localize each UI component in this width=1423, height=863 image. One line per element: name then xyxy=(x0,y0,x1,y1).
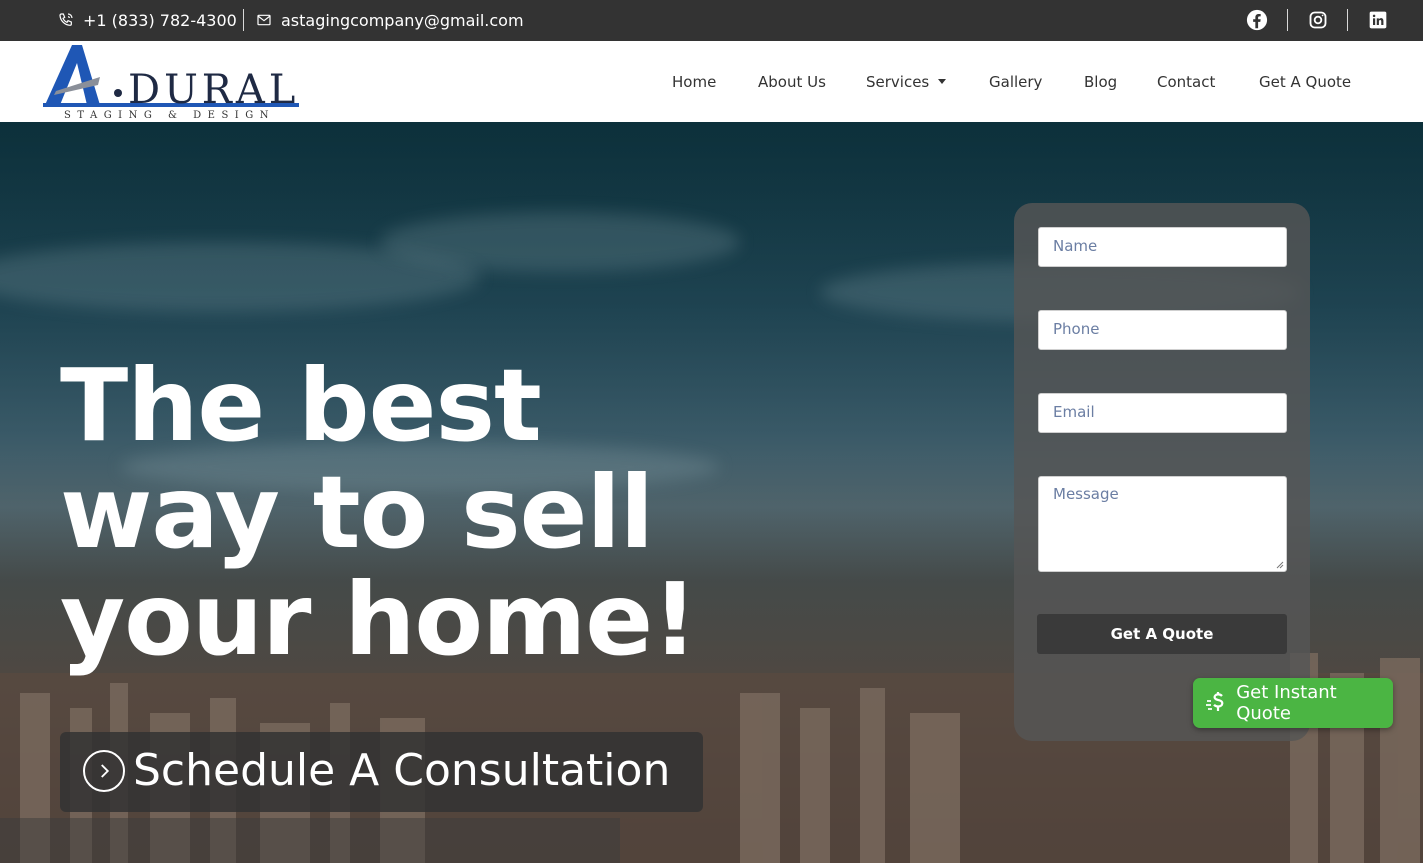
name-field[interactable]: Name xyxy=(1038,227,1287,267)
email-link[interactable]: astagingcompany@gmail.com xyxy=(256,0,524,41)
phone-icon xyxy=(58,12,76,30)
nav-contact[interactable]: Contact xyxy=(1157,41,1215,122)
email-address: astagingcompany@gmail.com xyxy=(281,11,524,30)
phone-field[interactable]: Phone xyxy=(1038,310,1287,350)
site-header: DURAL STAGING & DESIGN Home About Us Ser… xyxy=(0,41,1423,122)
facebook-icon[interactable] xyxy=(1246,9,1268,31)
cloud xyxy=(380,212,740,272)
email-field[interactable]: Email xyxy=(1038,393,1287,433)
nav-home[interactable]: Home xyxy=(672,41,716,122)
message-placeholder: Message xyxy=(1053,485,1119,503)
nav-services-label: Services xyxy=(866,72,930,91)
divider xyxy=(243,9,244,31)
linkedin-icon[interactable] xyxy=(1367,9,1389,31)
brand-logo[interactable]: DURAL STAGING & DESIGN xyxy=(40,43,302,121)
hero-headline: The best way to sell your home! xyxy=(60,347,698,678)
logo-wordmark: DURAL xyxy=(128,67,299,113)
nav-services[interactable]: Services xyxy=(866,41,947,122)
caret-down-icon xyxy=(938,79,947,84)
message-field[interactable]: Message xyxy=(1038,476,1287,572)
get-a-quote-submit-button[interactable]: Get A Quote xyxy=(1037,614,1287,654)
phone-number: +1 (833) 782-4300 xyxy=(83,11,237,30)
schedule-consultation-button[interactable]: Schedule A Consultation xyxy=(60,732,703,812)
divider xyxy=(1287,9,1288,31)
chevron-right-circle-icon xyxy=(83,750,125,792)
nav-get-a-quote[interactable]: Get A Quote xyxy=(1259,41,1351,122)
nav-gallery[interactable]: Gallery xyxy=(989,41,1042,122)
instagram-icon[interactable] xyxy=(1307,9,1329,31)
dollar-icon xyxy=(1203,688,1232,718)
get-instant-quote-button[interactable]: Get Instant Quote xyxy=(1193,678,1393,728)
nav-blog[interactable]: Blog xyxy=(1084,41,1117,122)
divider xyxy=(1347,9,1348,31)
envelope-icon xyxy=(256,12,274,30)
schedule-consultation-label: Schedule A Consultation xyxy=(133,745,671,796)
resize-handle-icon[interactable] xyxy=(1276,561,1284,569)
top-bar: +1 (833) 782-4300 astagingcompany@gmail.… xyxy=(0,0,1423,41)
nav-about-us[interactable]: About Us xyxy=(758,41,826,122)
logo-tagline: STAGING & DESIGN xyxy=(64,110,275,120)
phone-link[interactable]: +1 (833) 782-4300 xyxy=(58,0,237,41)
get-instant-quote-label: Get Instant Quote xyxy=(1236,682,1337,724)
quote-form-panel xyxy=(1014,203,1310,741)
